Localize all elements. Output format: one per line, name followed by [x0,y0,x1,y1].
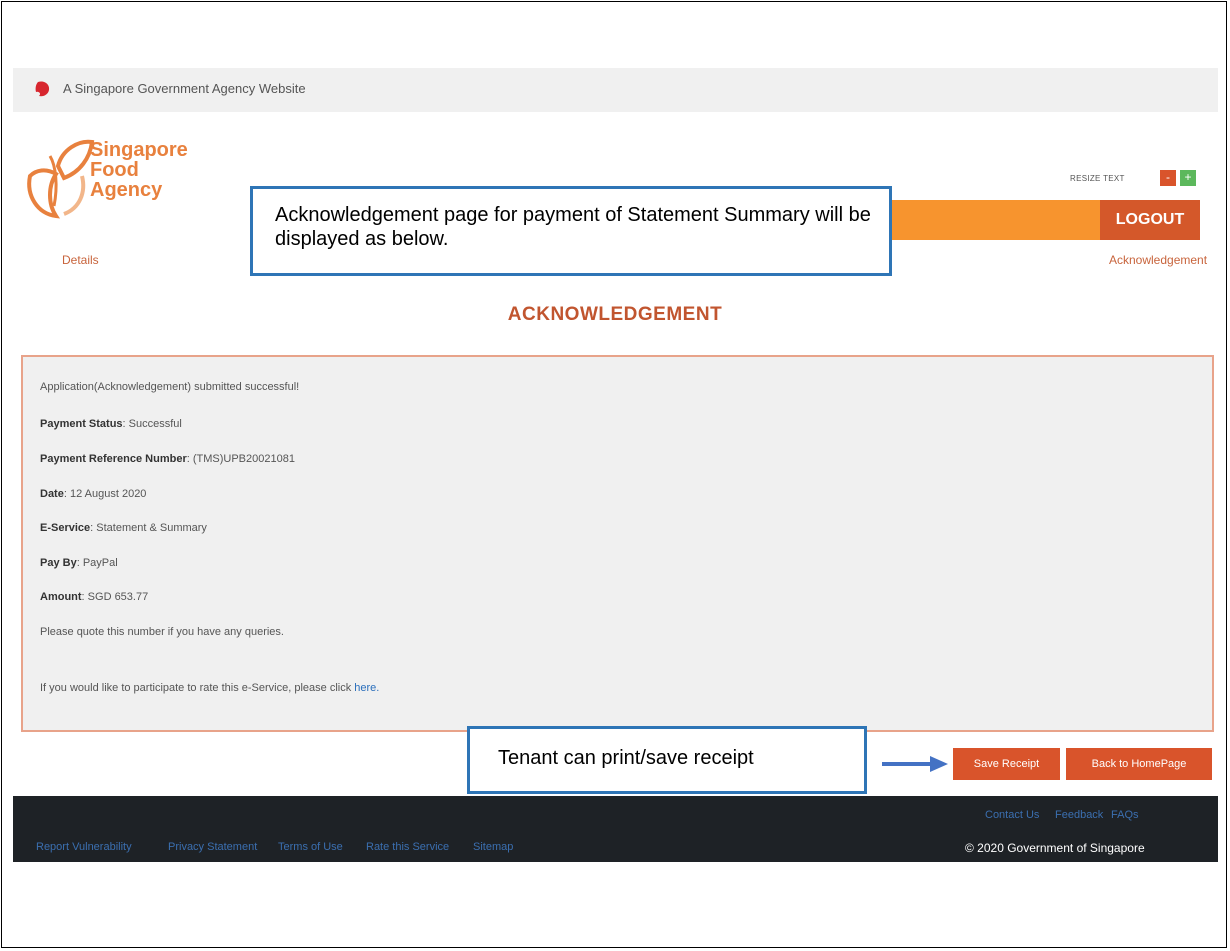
rate-here-link[interactable]: here. [354,682,379,694]
acknowledgement-panel: Application(Acknowledgement) submitted s… [21,355,1214,732]
footer-feedback-link[interactable]: Feedback [1055,809,1103,821]
amount-value: SGD 653.77 [87,591,149,603]
footer: Contact Us Feedback FAQs Report Vulnerab… [13,796,1218,862]
logo-line-3: Agency [90,179,163,201]
footer-copyright: © 2020 Government of Singapore [965,841,1145,855]
payment-reference-label: Payment Reference Number [40,453,187,465]
eservice-label: E-Service [40,522,91,534]
footer-rate-service-link[interactable]: Rate this Service [366,841,449,853]
resize-text-label: RESIZE TEXT [1070,174,1125,183]
amount-row: Amount: SGD 653.77 [40,591,149,603]
gov-banner: A Singapore Government Agency Website [13,68,1218,112]
date-label: Date [40,488,64,500]
lion-head-icon [35,81,50,97]
quote-message: Please quote this number if you have any… [40,626,284,638]
footer-report-vulnerability-link[interactable]: Report Vulnerability [36,841,132,853]
rate-message-text: If you would like to participate to rate… [40,682,352,694]
date-row: Date: 12 August 2020 [40,488,147,500]
save-receipt-button[interactable]: Save Receipt [953,748,1060,780]
callout-acknowledgement-note: Acknowledgement page for payment of Stat… [250,186,892,276]
eservice-value: Statement & Summary [96,522,207,534]
payment-status-value: Successful [128,418,182,430]
breadcrumb-acknowledgement[interactable]: Acknowledgement [1109,253,1229,267]
submission-message: Application(Acknowledgement) submitted s… [40,381,300,393]
footer-sitemap-link[interactable]: Sitemap [473,841,513,853]
callout-print-receipt-note: Tenant can print/save receipt [467,726,867,794]
footer-contact-us-link[interactable]: Contact Us [985,809,1039,821]
rate-message: If you would like to participate to rate… [40,682,379,694]
footer-privacy-statement-link[interactable]: Privacy Statement [168,841,257,853]
decrease-text-button[interactable]: - [1160,170,1176,186]
page-title: ACKNOWLEDGEMENT [507,304,723,325]
logout-button[interactable]: LOGOUT [1100,200,1200,240]
arrow-right-icon [882,756,948,772]
gov-banner-text: A Singapore Government Agency Website [63,81,306,96]
payment-reference-value: (TMS)UPB20021081 [192,453,295,465]
eservice-row: E-Service: Statement & Summary [40,522,207,534]
pay-by-label: Pay By [40,557,77,569]
payment-reference-row: Payment Reference Number: (TMS)UPB200210… [40,453,295,465]
footer-faqs-link[interactable]: FAQs [1111,809,1139,821]
amount-label: Amount [40,591,82,603]
sfa-logo-text: Singapore Food Agency [90,140,188,200]
logo-line-2: Food [90,159,139,181]
payment-status-label: Payment Status [40,418,123,430]
payment-status-row: Payment Status: Successful [40,418,182,430]
footer-terms-of-use-link[interactable]: Terms of Use [278,841,343,853]
date-value: 12 August 2020 [69,488,147,500]
back-to-homepage-button[interactable]: Back to HomePage [1066,748,1212,780]
breadcrumb-details[interactable]: Details [62,253,99,267]
logo-line-1: Singapore [90,139,188,161]
increase-text-button[interactable]: + [1180,170,1196,186]
pay-by-value: PayPal [82,557,118,569]
pay-by-row: Pay By: PayPal [40,557,118,569]
